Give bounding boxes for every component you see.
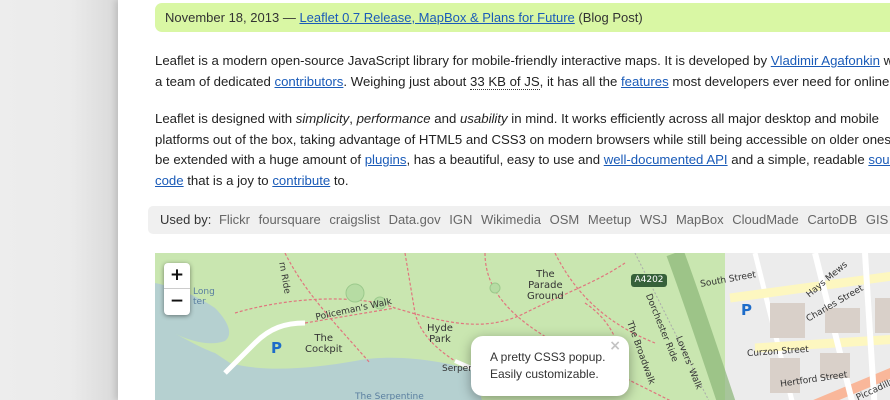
author-link[interactable]: Vladimir Agafonkin: [771, 53, 880, 68]
used-by-datagov[interactable]: Data.gov: [389, 212, 441, 227]
left-gutter: [0, 0, 118, 400]
api-link[interactable]: well-documented API: [604, 152, 728, 167]
intro-paragraph: Leaflet is a modern open-source JavaScri…: [155, 51, 890, 92]
used-by-label: Used by:: [160, 212, 212, 227]
design-text: be extended with a huge amount of: [155, 152, 365, 167]
sports-ground: [345, 283, 365, 303]
used-by-bar: Used by: Flickr foursquare craigslist Da…: [148, 206, 890, 234]
announcement-date: November 18, 2013: [165, 10, 280, 25]
performance-emphasis: performance: [356, 111, 431, 126]
design-text: to.: [330, 172, 349, 188]
intro-text: most developers ever need for online map…: [672, 73, 890, 89]
announcement-bar: November 18, 2013 — Leaflet 0.7 Release,…: [155, 3, 890, 32]
parking-icon: P: [271, 339, 282, 357]
long-water-label: Long: [193, 287, 215, 297]
parade-ground-label: The Parade Ground: [527, 269, 564, 302]
design-text: that is a joy to: [183, 172, 273, 188]
serpentine-lake-label: The Serpentine: [355, 392, 424, 400]
used-by-cartodb[interactable]: CartoDB: [807, 212, 857, 227]
usability-emphasis: usability: [459, 111, 508, 126]
demo-map[interactable]: The Parade Ground Hyde Park The Cockpit …: [155, 253, 890, 400]
design-text: ,: [349, 111, 357, 126]
page-content: November 18, 2013 — Leaflet 0.7 Release,…: [118, 0, 890, 400]
intro-text: a team of dedicated: [155, 73, 275, 89]
intro-text: . Weighing just about: [343, 73, 470, 89]
building-block: [770, 303, 805, 338]
size-note[interactable]: 33 KB of JS: [470, 73, 540, 90]
design-text: Leaflet is designed with: [155, 111, 296, 126]
sports-ground: [489, 282, 501, 294]
park-path: [554, 253, 656, 344]
design-text: , has a beautiful, easy to use and: [406, 152, 604, 167]
map-popup: × A pretty CSS3 popup. Easily customizab…: [471, 336, 629, 396]
parking-icon: P: [741, 301, 752, 319]
source-link[interactable]: source: [868, 152, 890, 167]
zoom-in-button[interactable]: +: [164, 263, 190, 289]
used-by-wikimedia[interactable]: Wikimedia: [481, 212, 541, 227]
intro-text: , it has all the: [539, 73, 622, 89]
used-by-flickr[interactable]: Flickr: [219, 212, 250, 227]
design-paragraph: Leaflet is designed with simplicity, per…: [155, 109, 890, 191]
design-text: platforms out of the box, taking advanta…: [155, 131, 890, 147]
hyde-park-label: Hyde Park: [427, 323, 453, 345]
used-by-ign[interactable]: IGN: [449, 212, 472, 227]
cockpit-label: The Cockpit: [305, 333, 343, 355]
popup-text: A pretty CSS3 popup. Easily customizable…: [490, 349, 605, 383]
long-water-label-2: ter: [193, 297, 206, 307]
used-by-wsj[interactable]: WSJ: [640, 212, 667, 227]
used-by-cloudmade[interactable]: CloudMade: [732, 212, 799, 227]
announcement-tag: (Blog Post): [578, 10, 643, 25]
simplicity-emphasis: simplicity: [295, 111, 350, 126]
zoom-control: + −: [164, 263, 190, 315]
a4202-shield: A4202: [631, 274, 667, 287]
zoom-out-button[interactable]: −: [164, 289, 190, 315]
used-by-meetup[interactable]: Meetup: [588, 212, 631, 227]
intro-text: with: [883, 53, 890, 68]
used-by-craigslist[interactable]: craigslist: [329, 212, 380, 227]
contributors-link[interactable]: contributors: [275, 74, 344, 89]
intro-text: Leaflet is a modern open-source JavaScri…: [155, 53, 771, 68]
announcement-separator: —: [282, 10, 296, 25]
used-by-foursquare[interactable]: foursquare: [259, 212, 321, 227]
used-by-osm[interactable]: OSM: [550, 212, 580, 227]
design-text: and a simple, readable: [727, 152, 869, 167]
plugins-link[interactable]: plugins: [365, 152, 407, 167]
popup-line: Easily customizable.: [490, 367, 599, 381]
announcement-link[interactable]: Leaflet 0.7 Release, MapBox & Plans for …: [299, 10, 574, 25]
used-by-giscloud[interactable]: GIS Cloud: [866, 212, 890, 227]
design-text: in mind. It works efficiently across all…: [507, 111, 879, 126]
used-by-mapbox[interactable]: MapBox: [676, 212, 724, 227]
serpentine-road-label: Serpen: [442, 364, 474, 374]
design-text: and: [430, 111, 460, 126]
building-block: [875, 298, 890, 333]
features-link[interactable]: features: [621, 74, 669, 89]
popup-line: A pretty CSS3 popup.: [490, 350, 606, 364]
popup-close-icon[interactable]: ×: [609, 338, 621, 355]
contribute-link[interactable]: contribute: [272, 173, 330, 188]
code-link[interactable]: code: [155, 173, 184, 188]
